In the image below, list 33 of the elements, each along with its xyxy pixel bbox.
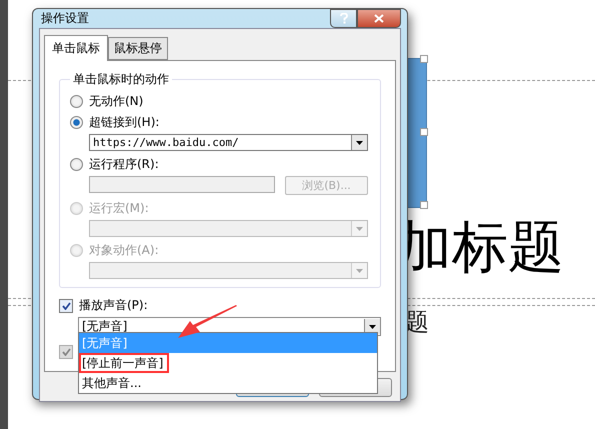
radio-label: 对象动作(A): [89,242,159,259]
close-button[interactable] [357,9,401,28]
tab[interactable]: 单击鼠标 [44,35,108,61]
close-icon [374,14,384,23]
slide-subtitle: 题 [405,307,429,338]
window-title: 操作设置 [40,10,89,27]
dropdown-arrow-icon [356,226,363,230]
radio-button[interactable] [70,116,83,129]
dropdown-option[interactable]: [停止前一声音] [79,353,170,373]
radio-label: 无动作(N) [89,93,144,110]
resize-handle[interactable] [420,55,428,63]
radio-button[interactable] [70,95,83,108]
group-title: 单击鼠标时的动作 [72,71,170,88]
help-button[interactable] [330,9,357,28]
checkbox-label: 播放声音(P): [79,297,148,314]
checkmark-icon [62,348,70,356]
dropdown-field[interactable]: https://www.baidu.com/ [89,134,368,151]
resize-handle[interactable] [420,201,428,209]
dropdown-field[interactable] [89,262,368,279]
resize-handle[interactable] [420,128,428,136]
radio-label: 运行程序(R): [89,156,159,173]
radio-button[interactable] [70,158,83,171]
annotation-arrow [176,305,238,339]
checkmark-icon [62,302,70,310]
dropdown-arrow-icon [356,140,363,144]
radio-label: 超链接到(H): [89,114,160,131]
checkbox[interactable] [59,298,73,312]
question-mark-icon [340,13,348,24]
tab[interactable]: 鼠标悬停 [108,37,168,60]
dropdown-arrow-icon [356,268,363,272]
dropdown-field[interactable] [89,220,368,237]
radio-label: 运行宏(M): [89,200,149,217]
dropdown-arrow-icon [369,324,376,328]
